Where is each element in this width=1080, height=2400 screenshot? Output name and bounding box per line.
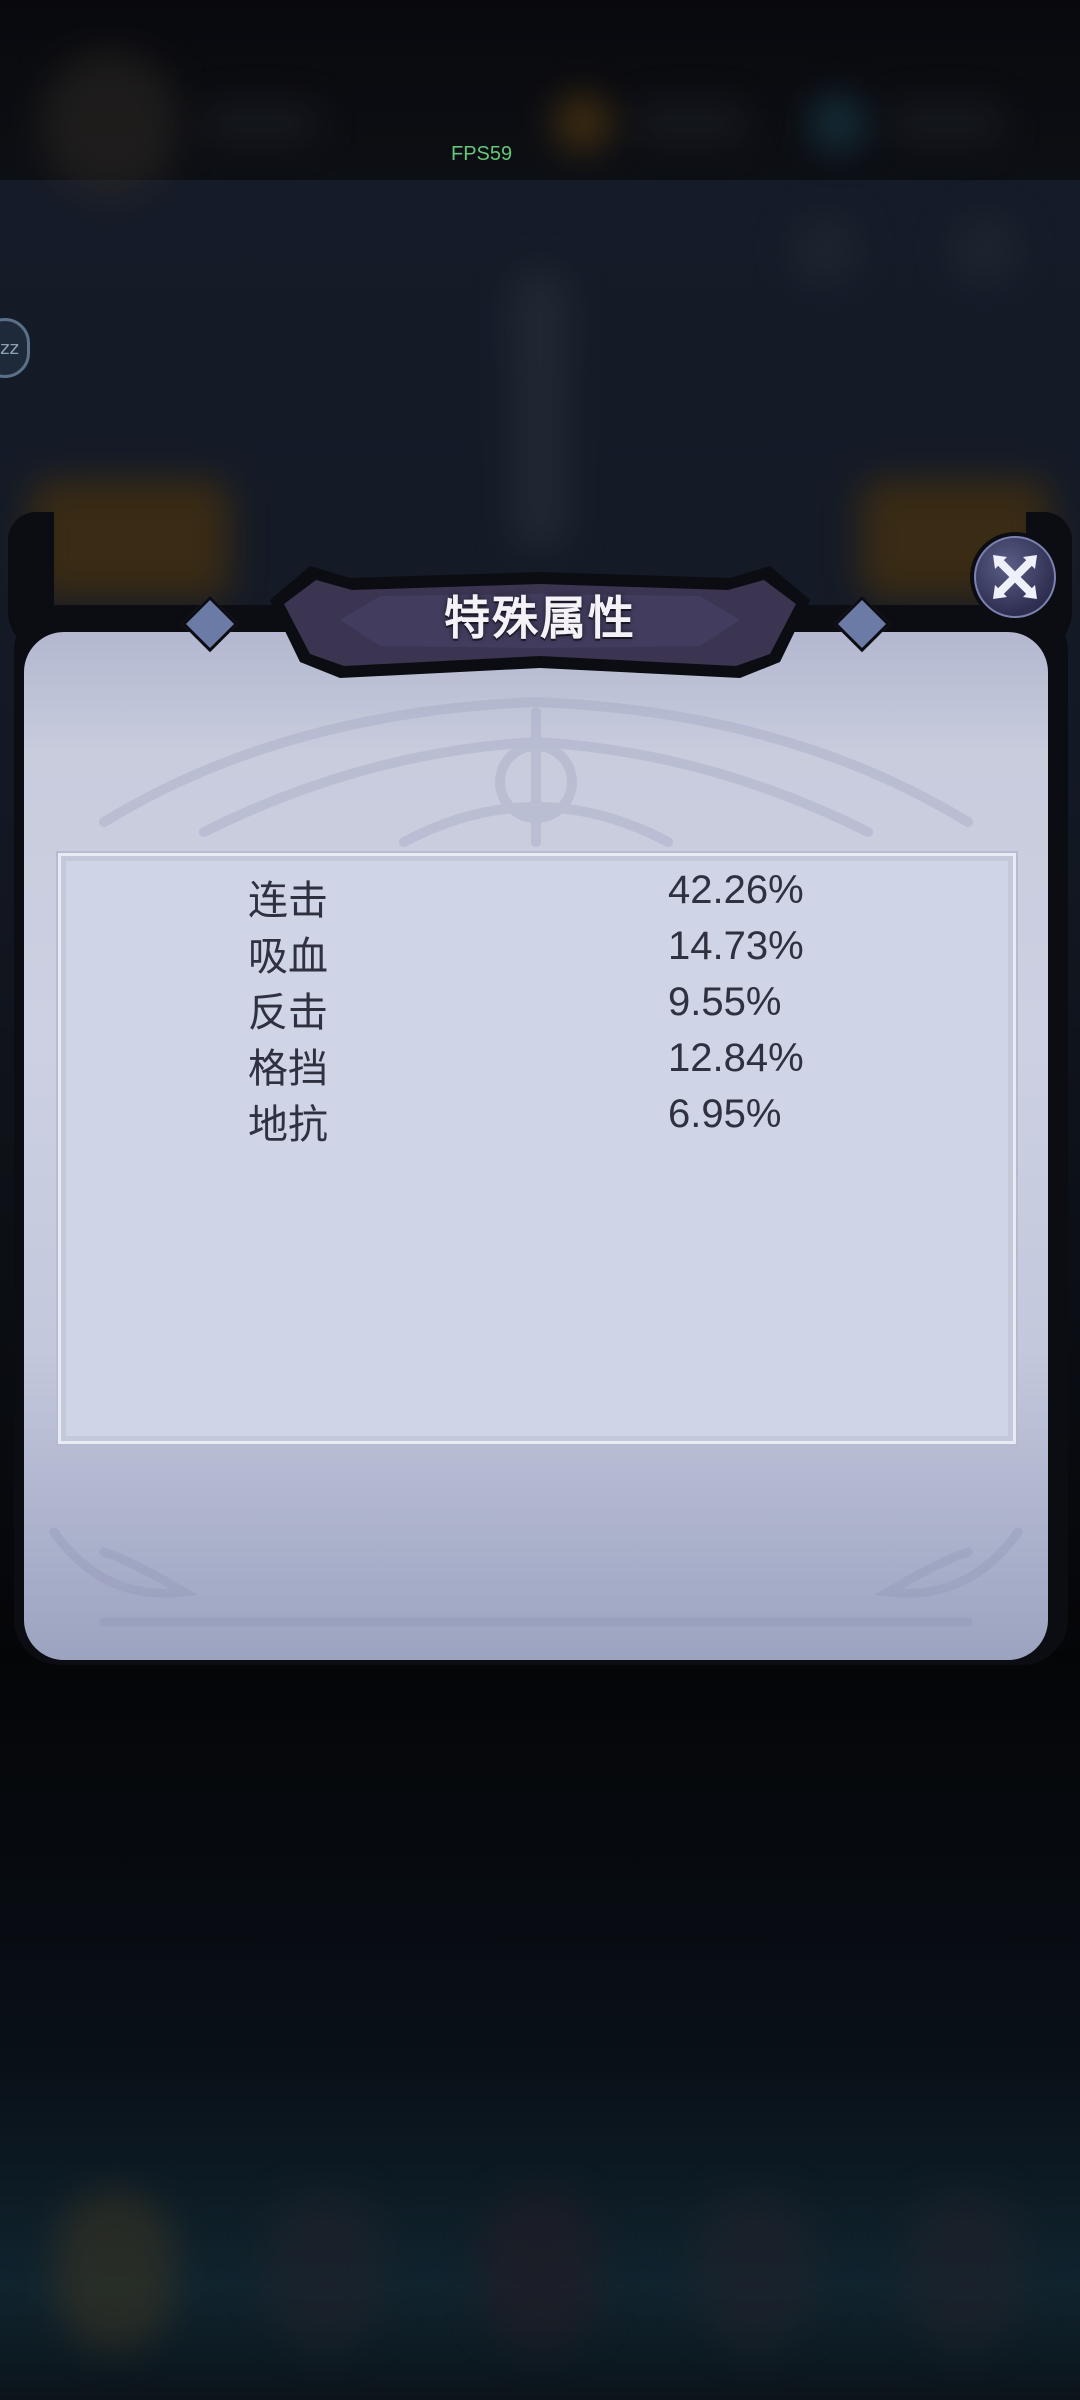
panel-bottom-ornament — [49, 1527, 1023, 1627]
fps-counter: FPS59 — [451, 143, 513, 165]
dialog-title: 特殊属性 — [444, 591, 636, 645]
banner-diamond-right-icon — [833, 595, 891, 653]
close-button-face[interactable] — [974, 536, 1056, 618]
title-banner: 特殊属性 — [181, 520, 891, 710]
stat-name: 地抗 — [248, 1102, 328, 1148]
close-button[interactable] — [970, 532, 1060, 622]
stat-name: 格挡 — [248, 1046, 328, 1092]
stat-row-earth-resist: 地抗 6.95% — [248, 1092, 848, 1148]
stat-value: 9.55% — [668, 980, 782, 1024]
stat-name: 反击 — [248, 990, 328, 1036]
stat-value: 12.84% — [668, 1036, 804, 1080]
stat-row-block: 格挡 12.84% — [248, 1036, 848, 1092]
stat-row-combo: 连击 42.26% — [248, 868, 848, 924]
stat-value: 14.73% — [668, 924, 804, 968]
stat-value: 42.26% — [668, 868, 804, 912]
stat-name: 连击 — [248, 878, 328, 924]
stat-name: 吸血 — [248, 934, 328, 980]
close-x-icon — [993, 555, 1037, 599]
stat-row-counter: 反击 9.55% — [248, 980, 848, 1036]
stat-value: 6.95% — [668, 1092, 782, 1136]
stat-row-lifesteal: 吸血 14.73% — [248, 924, 848, 980]
banner-diamond-left-icon — [181, 595, 239, 653]
